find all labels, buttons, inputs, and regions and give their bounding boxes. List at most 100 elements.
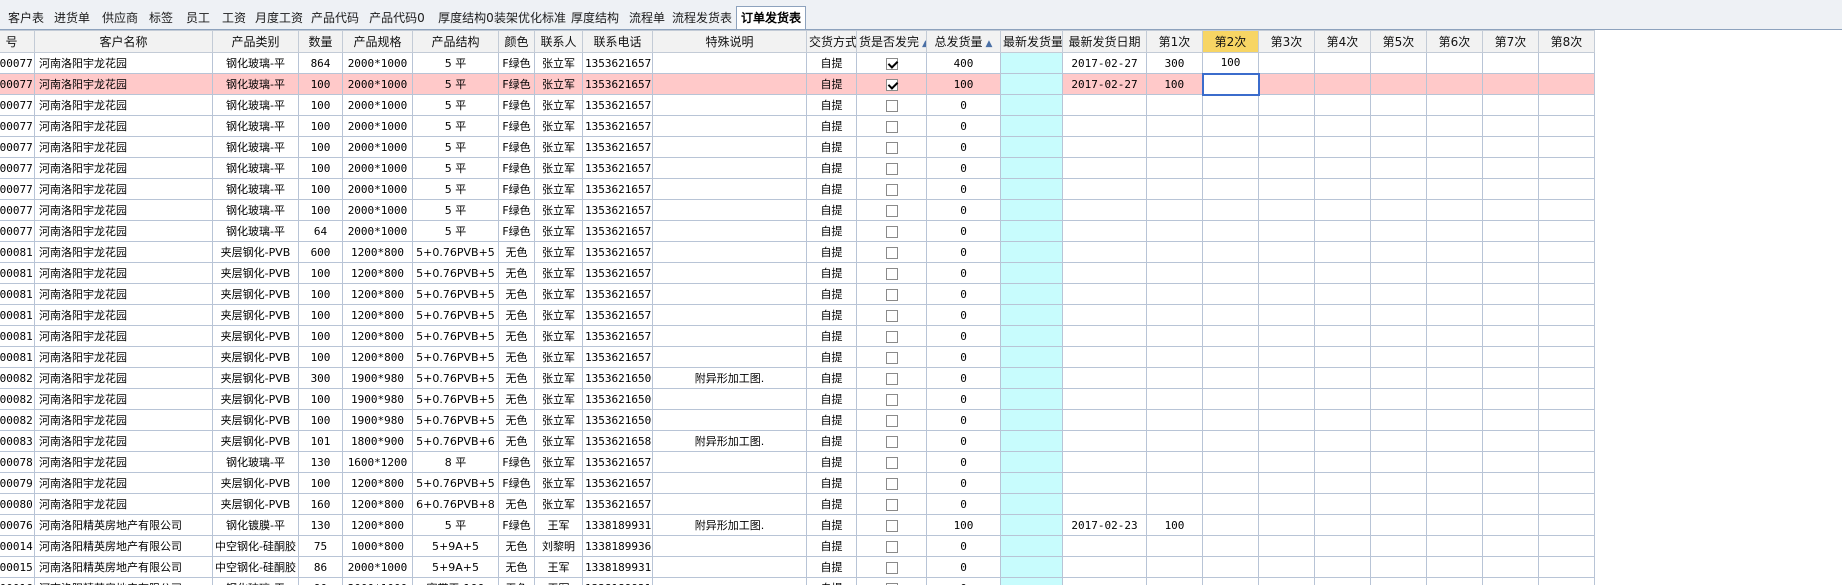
shipment-6-cell[interactable]: [1426, 388, 1483, 410]
contact-cell[interactable]: 张立军: [534, 262, 583, 284]
customer-cell[interactable]: 河南洛阳精英房地产有限公司: [34, 535, 213, 557]
table-row[interactable]: 000083河南洛阳宇龙花园夹层钢化-PVB1011800*9005+0.76P…: [0, 430, 1595, 452]
phone-cell[interactable]: 13536216578: [582, 472, 653, 494]
total-shipped-cell[interactable]: 0: [926, 346, 1001, 368]
shipment-2-cell[interactable]: [1202, 283, 1259, 305]
structure-cell[interactable]: 5+0.76PVB+5: [412, 409, 499, 431]
phone-cell[interactable]: 13536216578: [582, 52, 653, 74]
contact-cell[interactable]: 王军: [534, 577, 583, 585]
spec-cell[interactable]: 1800*900: [342, 430, 413, 452]
order-id-cell[interactable]: 000077: [0, 136, 35, 158]
category-cell[interactable]: 中空钢化-硅酮胶: [212, 556, 299, 578]
shipment-8-cell[interactable]: [1538, 535, 1595, 557]
done-checkbox-cell[interactable]: [856, 304, 927, 326]
shipment-6-cell[interactable]: [1426, 220, 1483, 242]
latest-date-cell[interactable]: [1062, 325, 1147, 347]
color-cell[interactable]: F绿色: [498, 52, 535, 74]
delivery-cell[interactable]: 自提: [806, 262, 857, 284]
shipment-5-cell[interactable]: [1370, 178, 1427, 200]
shipment-7-cell[interactable]: [1482, 157, 1539, 179]
customer-cell[interactable]: 河南洛阳宇龙花园: [34, 115, 213, 137]
phone-cell[interactable]: 13536216500: [582, 409, 653, 431]
shipment-3-cell[interactable]: [1258, 52, 1315, 74]
total-shipped-cell[interactable]: 0: [926, 451, 1001, 473]
shipment-4-cell[interactable]: [1314, 430, 1371, 452]
phone-cell[interactable]: 13536216578: [582, 73, 653, 95]
shipment-6-cell[interactable]: [1426, 472, 1483, 494]
structure-cell[interactable]: 5+0.76PVB+5: [412, 346, 499, 368]
shipment-8-cell[interactable]: [1538, 199, 1595, 221]
latest-shipped-cell[interactable]: [1000, 514, 1063, 536]
table-row[interactable]: 000077河南洛阳宇龙花园钢化玻璃-平1002000*10005 平F绿色张立…: [0, 178, 1595, 200]
latest-shipped-cell[interactable]: [1000, 262, 1063, 284]
phone-cell[interactable]: 13381899311: [582, 577, 653, 585]
delivery-cell[interactable]: 自提: [806, 94, 857, 116]
shipment-5-cell[interactable]: [1370, 451, 1427, 473]
shipment-6-cell[interactable]: [1426, 178, 1483, 200]
table-row[interactable]: 000079河南洛阳宇龙花园夹层钢化-PVB1001200*8005+0.76P…: [0, 472, 1595, 494]
color-cell[interactable]: 无色: [498, 283, 535, 305]
shipment-5-cell[interactable]: [1370, 157, 1427, 179]
total-shipped-cell[interactable]: 100: [926, 73, 1001, 95]
table-row[interactable]: 000077河南洛阳宇龙花园钢化玻璃-平8642000*10005 平F绿色张立…: [0, 52, 1595, 74]
shipment-3-cell[interactable]: [1258, 430, 1315, 452]
shipment-1-cell[interactable]: [1146, 388, 1203, 410]
shipment-8-cell[interactable]: [1538, 388, 1595, 410]
shipment-5-cell[interactable]: [1370, 409, 1427, 431]
latest-shipped-cell[interactable]: [1000, 346, 1063, 368]
latest-date-cell[interactable]: 2017-02-23: [1062, 514, 1147, 536]
latest-date-cell[interactable]: [1062, 409, 1147, 431]
qty-cell[interactable]: 100: [298, 157, 343, 179]
order-id-cell[interactable]: 000077: [0, 157, 35, 179]
table-row[interactable]: 000081河南洛阳宇龙花园夹层钢化-PVB1001200*8005+0.76P…: [0, 325, 1595, 347]
note-cell[interactable]: [652, 52, 807, 74]
shipment-6-cell[interactable]: [1426, 304, 1483, 326]
shipment-4-cell[interactable]: [1314, 157, 1371, 179]
latest-shipped-cell[interactable]: [1000, 157, 1063, 179]
spec-cell[interactable]: 1200*800: [342, 262, 413, 284]
latest-shipped-cell[interactable]: [1000, 577, 1063, 585]
total-shipped-cell[interactable]: 0: [926, 136, 1001, 158]
color-cell[interactable]: F绿色: [498, 157, 535, 179]
shipment-7-cell[interactable]: [1482, 451, 1539, 473]
structure-cell[interactable]: 5 平: [412, 94, 499, 116]
phone-cell[interactable]: 13536216578: [582, 241, 653, 263]
spec-cell[interactable]: 2000*1000: [342, 52, 413, 74]
shipment-1-cell[interactable]: [1146, 325, 1203, 347]
note-cell[interactable]: [652, 115, 807, 137]
table-row[interactable]: 000081河南洛阳宇龙花园夹层钢化-PVB1001200*8005+0.76P…: [0, 304, 1595, 326]
color-cell[interactable]: F绿色: [498, 136, 535, 158]
table-row[interactable]: 000077河南洛阳宇龙花园钢化玻璃-平1002000*10005 平F绿色张立…: [0, 115, 1595, 137]
shipment-3-cell[interactable]: [1258, 136, 1315, 158]
shipment-2-cell[interactable]: [1202, 325, 1259, 347]
shipment-5-cell[interactable]: [1370, 304, 1427, 326]
color-cell[interactable]: 无色: [498, 367, 535, 389]
qty-cell[interactable]: 100: [298, 115, 343, 137]
shipment-3-cell[interactable]: [1258, 514, 1315, 536]
contact-cell[interactable]: 张立军: [534, 115, 583, 137]
shipment-2-cell[interactable]: [1202, 304, 1259, 326]
shipment-1-cell[interactable]: [1146, 283, 1203, 305]
done-checkbox-cell[interactable]: [856, 325, 927, 347]
shipment-1-cell[interactable]: [1146, 367, 1203, 389]
note-cell[interactable]: [652, 346, 807, 368]
structure-cell[interactable]: 8 平: [412, 451, 499, 473]
delivery-cell[interactable]: 自提: [806, 430, 857, 452]
col-contact-header[interactable]: 联系人: [534, 30, 583, 53]
shipment-8-cell[interactable]: [1538, 262, 1595, 284]
customer-cell[interactable]: 河南洛阳宇龙花园: [34, 199, 213, 221]
latest-date-cell[interactable]: [1062, 472, 1147, 494]
checkbox-unchecked[interactable]: [885, 540, 898, 553]
latest-shipped-cell[interactable]: [1000, 556, 1063, 578]
shipment-6-cell[interactable]: [1426, 136, 1483, 158]
order-id-cell[interactable]: 000077: [0, 220, 35, 242]
structure-cell[interactable]: 5+0.76PVB+6: [412, 430, 499, 452]
shipment-2-cell[interactable]: [1202, 220, 1259, 242]
category-cell[interactable]: 钢化玻璃-平: [212, 451, 299, 473]
qty-cell[interactable]: 600: [298, 241, 343, 263]
contact-cell[interactable]: 张立军: [534, 157, 583, 179]
latest-date-cell[interactable]: [1062, 577, 1147, 585]
table-row[interactable]: 000081河南洛阳宇龙花园夹层钢化-PVB6001200*8005+0.76P…: [0, 241, 1595, 263]
col-ship-3-header[interactable]: 第3次: [1258, 30, 1315, 53]
order-id-cell[interactable]: 000082: [0, 409, 35, 431]
